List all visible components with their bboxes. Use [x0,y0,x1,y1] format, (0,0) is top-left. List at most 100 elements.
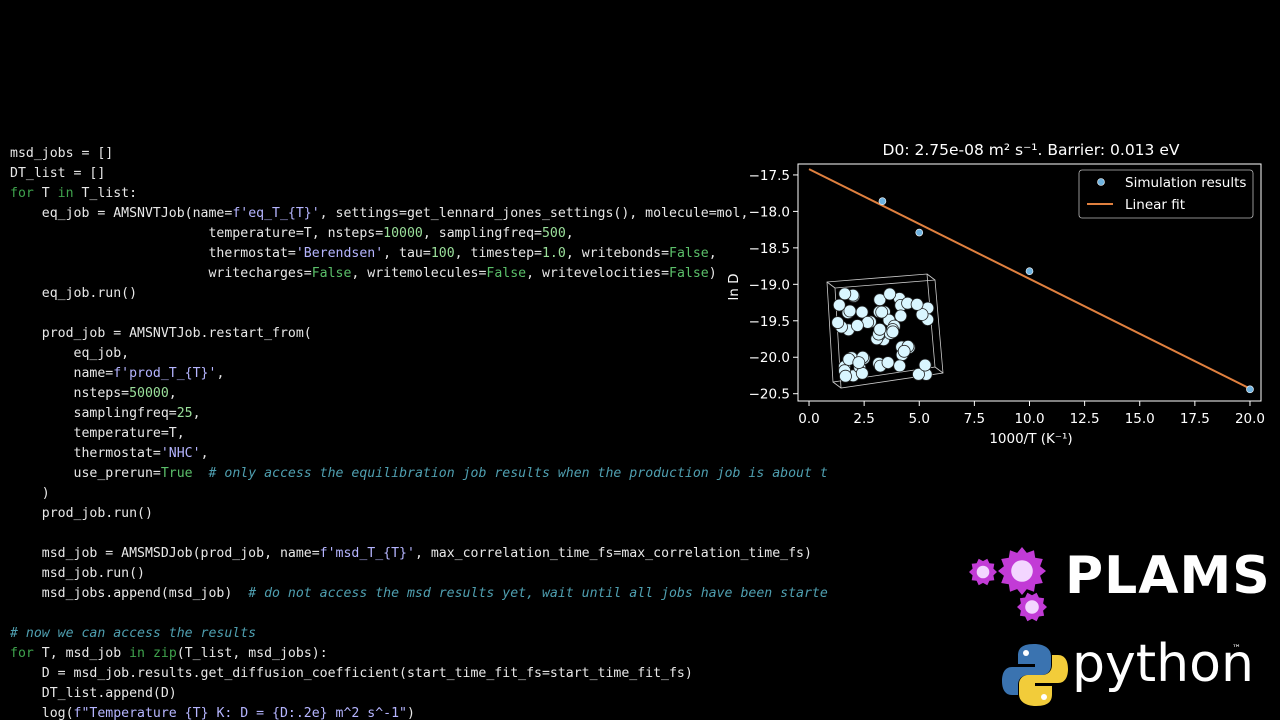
code-line[interactable]: msd_job.run() [10,564,145,584]
code-token: , tau= [383,246,431,261]
logos: PLAMS python ™ [960,540,1270,720]
code-token: , timestep= [454,246,542,261]
code-token: msd_jobs.append(msd_job) [10,586,249,601]
code-token: # only access the equilibration job resu… [208,466,828,481]
code-token: True [160,466,193,481]
molecule-box-inset [826,273,944,389]
code-line[interactable]: prod_job = AMSNVTJob.restart_from( [10,324,312,344]
x-tick-label: 10.0 [1014,411,1044,427]
atom [832,298,846,312]
plams-gears-logo [969,547,1047,622]
code-token: False [311,266,352,281]
code-cell[interactable]: msd_jobs = [] DT_list = [] for T in T_list… [0,144,830,720]
x-tick-label: 7.5 [964,411,985,427]
code-token: msd_job.run() [10,566,145,581]
code-token: for [10,186,34,201]
y-axis-label: ln D [726,274,742,301]
code-token: (T_list, msd_jobs): [176,646,328,661]
code-token: , [565,226,574,241]
code-token: , [192,406,201,421]
code-line[interactable]: eq_job, [10,344,130,364]
code-line[interactable]: use_prerun=True # only access the equili… [10,464,828,484]
code-token: f'eq_T_{T}' [232,206,320,221]
legend-label-fit: Linear fit [1125,197,1185,213]
code-token: # do not access the msd results yet, wai… [248,586,828,601]
y-tick-label: −18.0 [749,204,790,220]
code-token: f'msd_T_{T}' [319,546,415,561]
code-line[interactable]: msd_job = AMSMSDJob(prod_job, name=f'msd… [10,544,812,564]
atom [881,356,895,370]
code-line[interactable]: for T, msd_job in zip(T_list, msd_jobs): [10,644,328,664]
code-line[interactable]: thermostat='NHC', [10,444,209,464]
code-line[interactable]: prod_job.run() [10,504,153,524]
code-line[interactable]: # now we can access the results [10,624,256,644]
python-logo-icon [1002,644,1068,706]
code-token: f'prod_T_{T}' [113,366,217,381]
diffusion-arrhenius-chart: D0: 2.75e-08 m² s⁻¹. Barrier: 0.013 eV −… [726,141,1265,447]
code-token: ) [10,486,50,501]
x-axis-label: 1000/T (K⁻¹) [989,431,1072,447]
code-line[interactable]: name=f'prod_T_{T}', [10,364,225,384]
legend-label-simulation: Simulation results [1125,175,1246,191]
code-line[interactable]: nsteps=50000, [10,384,177,404]
y-tick-label: −17.5 [749,168,790,184]
code-token: , [200,446,209,461]
code-line[interactable]: DT_list = [] [10,164,105,184]
data-point [878,197,887,205]
code-token: 25 [176,406,193,421]
code-token: f"Temperature {T} K: D = {D:.2e} m^2 s^-… [73,706,407,720]
code-line[interactable]: writecharges=False, writemolecules=False… [10,264,716,284]
code-token: in [129,646,145,661]
code-token: , settings=get_lennard_jones_settings(),… [319,206,749,221]
code-token: False [486,266,527,281]
code-line[interactable]: log(f"Temperature {T} K: D = {D:.2e} m^2… [10,704,415,720]
code-token: T_list: [73,186,138,201]
x-tick-label: 20.0 [1235,411,1265,427]
code-line[interactable]: for T in T_list: [10,184,137,204]
plams-wordmark: PLAMS [1065,546,1271,606]
code-token: eq_job.run() [10,286,138,301]
atom [918,358,932,372]
x-tick-label: 5.0 [909,411,930,427]
box-edge [926,273,936,281]
atom [855,366,869,380]
code-token: , writevelocities= [526,266,670,281]
code-token: 10000 [383,226,423,241]
code-token: 100 [430,246,455,261]
code-line[interactable]: eq_job.run() [10,284,137,304]
code-token: 1.0 [541,246,566,261]
atom [873,322,887,336]
code-token: , writebonds= [565,246,670,261]
code-line[interactable]: msd_jobs.append(msd_job) # do not access… [10,584,828,604]
code-token: False [669,246,709,261]
atom [843,304,857,318]
code-line[interactable]: samplingfreq=25, [10,404,201,424]
code-token: eq_job, [10,346,130,361]
atom [831,316,845,330]
atom [838,287,852,301]
y-tick-label: −19.5 [749,314,790,330]
code-token: msd_job = AMSMSDJob(prod_job, name= [10,546,320,561]
code-line[interactable]: eq_job = AMSNVTJob(name=f'eq_T_{T}', set… [10,204,749,224]
code-line[interactable]: msd_jobs = [] [10,144,113,164]
legend-marker-simulation [1097,178,1105,186]
code-line[interactable]: ) [10,484,50,504]
code-line[interactable]: DT_list.append(D) [10,684,177,704]
code-token: 50000 [129,386,169,401]
code-token: False [669,266,709,281]
code-token: thermostat= [10,246,296,261]
legend: Simulation results Linear fit [1078,169,1254,219]
code-line[interactable]: temperature=T, [10,424,185,444]
code-token: DT_list = [] [10,166,106,181]
atom [897,344,911,358]
code-line[interactable]: D = msd_job.results.get_diffusion_coeffi… [10,664,693,684]
code-token: use_prerun= [10,466,161,481]
gear-hub [1025,600,1039,614]
atom [894,309,908,323]
code-line[interactable]: thermostat='Berendsen', tau=100, timeste… [10,244,716,264]
code-token: writecharges= [10,266,312,281]
y-tick-label: −20.5 [749,387,790,403]
code-line[interactable]: temperature=T, nsteps=10000, samplingfre… [10,224,574,244]
